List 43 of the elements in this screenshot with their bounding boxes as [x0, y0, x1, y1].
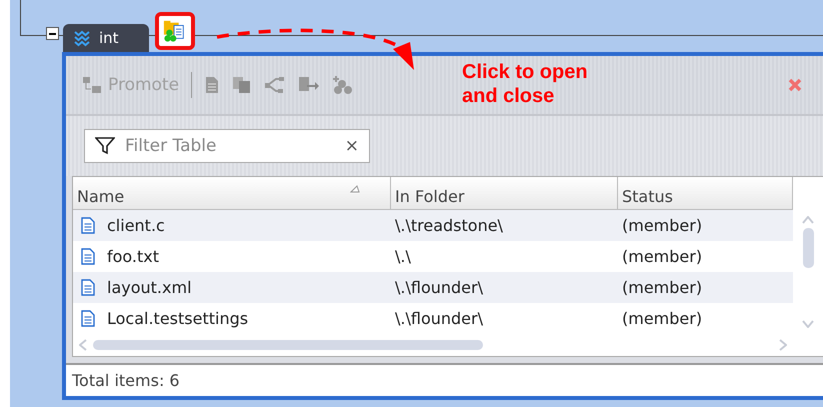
scroll-up-icon[interactable]	[802, 216, 814, 224]
table-cell: layout.xml	[107, 278, 192, 297]
collapse-toggle[interactable]	[46, 27, 59, 40]
table-cell: \.\	[395, 247, 411, 266]
table-cell: (member)	[622, 278, 702, 297]
copy-documents-icon[interactable]	[232, 76, 252, 94]
filter-field[interactable]: Filter Table ×	[84, 129, 370, 163]
branch-icon[interactable]	[264, 76, 286, 94]
column-header[interactable]: In Folder	[391, 177, 618, 209]
document-icon	[81, 217, 95, 234]
scroll-down-icon[interactable]	[802, 320, 814, 328]
table-cell: \.\flounder\	[395, 278, 483, 297]
scrollbar-thumb[interactable]	[93, 340, 483, 350]
move-documents-icon[interactable]	[298, 76, 320, 94]
scroll-right-icon[interactable]	[779, 339, 787, 351]
promote-icon	[82, 76, 102, 94]
document-icon[interactable]	[204, 76, 220, 94]
column-header[interactable]: Status	[618, 177, 793, 209]
table-cell: (member)	[622, 216, 702, 235]
close-button[interactable]	[787, 77, 803, 93]
document-icon	[81, 279, 95, 296]
table-cell: foo.txt	[107, 247, 160, 266]
table-cell: Local.testsettings	[107, 309, 248, 328]
waves-icon	[73, 29, 91, 47]
column-header[interactable]: Name	[73, 177, 391, 209]
add-items-icon[interactable]	[332, 75, 354, 95]
scrollbar-thumb[interactable]	[802, 228, 814, 268]
scroll-left-icon[interactable]	[79, 339, 87, 351]
filter-icon	[95, 137, 115, 155]
table-cell: (member)	[622, 247, 702, 266]
table-cell: \.\flounder\	[395, 309, 483, 328]
clear-filter-button[interactable]: ×	[344, 136, 359, 156]
annotation-text: Click to open and close	[462, 60, 589, 108]
tree-node[interactable]: int	[63, 24, 149, 52]
document-icon	[81, 248, 95, 265]
document-icon	[81, 310, 95, 327]
folder-documents-icon	[163, 18, 187, 44]
folder-documents-button[interactable]	[155, 12, 195, 50]
status-text: Total items: 6	[72, 371, 180, 390]
table-cell: client.c	[107, 216, 165, 235]
close-icon	[787, 77, 803, 93]
table-cell: (member)	[622, 309, 702, 328]
table-cell: \.\treadstone\	[395, 216, 503, 235]
